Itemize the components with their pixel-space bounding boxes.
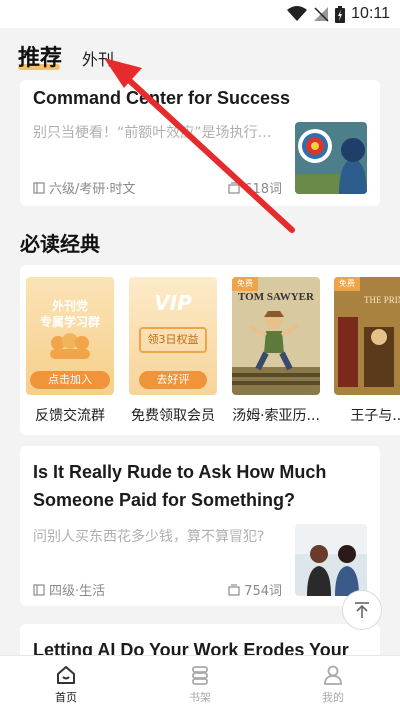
nav-bookshelf-label: 书架 <box>189 691 211 704</box>
classic-item-free-vip[interactable]: VIP 领3日权益 去好评 免费领取会员 <box>129 277 217 425</box>
tag-icon <box>33 583 45 596</box>
bookshelf-icon <box>192 666 208 685</box>
classic-item-prince[interactable]: 免费 THE PRINCE 王子与... <box>334 277 400 425</box>
article-title: Command Center for Success <box>33 88 291 108</box>
review-button[interactable]: 去好评 <box>139 371 207 389</box>
article-title-line1: Is It Really Rude to Ask How Much <box>33 462 327 482</box>
classic-item-feedback-group[interactable]: 外刊党 专属学习群 点击加入 反馈交流群 <box>26 277 114 425</box>
article-word-count: 754词 <box>228 580 282 599</box>
group-cover-line2: 专属学习群 <box>39 315 100 329</box>
archery-image <box>295 122 367 194</box>
tab-foreign-periodicals[interactable]: 外刊 <box>82 46 114 70</box>
article-card-3[interactable]: Letting AI Do Your Work Erodes Your <box>20 624 380 655</box>
prince-title: THE PRINCE <box>364 295 400 305</box>
join-button[interactable]: 点击加入 <box>30 371 110 389</box>
status-bar: 10:11 <box>0 0 400 28</box>
article-thumbnail <box>295 122 367 194</box>
classic-item-label: 汤姆·索亚历... <box>232 408 320 424</box>
wifi-icon <box>287 6 308 21</box>
word-count-icon <box>228 181 240 194</box>
nav-home-label: 首页 <box>55 691 77 704</box>
free-tag: 免费 <box>232 277 258 291</box>
no-signal-icon <box>314 7 329 22</box>
tom-sawyer-cover: 免费 TOM SAWYER <box>232 277 320 395</box>
article-title: Letting AI Do Your Work Erodes Your <box>33 640 349 655</box>
nav-profile[interactable]: 我的 <box>303 664 363 705</box>
nav-home[interactable]: 首页 <box>36 664 96 705</box>
battery-icon <box>335 5 346 23</box>
group-cover-line1: 外刊党 <box>51 299 88 313</box>
nav-profile-label: 我的 <box>322 691 344 704</box>
article-level: 六级/考研·时文 <box>33 178 136 197</box>
section-title: 必读经典 <box>20 232 100 256</box>
nav-bookshelf[interactable]: 书架 <box>170 664 230 705</box>
classic-item-label: 王子与... <box>350 408 400 424</box>
article-thumbnail <box>295 524 367 596</box>
article-word-count: 618词 <box>228 178 282 197</box>
prince-illustration <box>338 317 394 387</box>
free-tag: 免费 <box>334 277 360 291</box>
vip-text: VIP <box>154 291 192 315</box>
tom-sawyer-title: TOM SAWYER <box>238 291 314 303</box>
tag-icon <box>33 181 45 194</box>
article-level-text: 四级·生活 <box>49 584 106 599</box>
people-icon <box>50 333 90 359</box>
status-icons: 10:11 <box>287 4 390 24</box>
classics-carousel[interactable]: 外刊党 专属学习群 点击加入 反馈交流群 VIP 领3日权益 去好评 免费领取会… <box>20 265 400 435</box>
article-title-line2: Someone Paid for Something? <box>33 490 296 510</box>
vip-cover: VIP 领3日权益 去好评 <box>129 277 217 395</box>
classic-item-label: 免费领取会员 <box>131 408 215 424</box>
home-icon <box>57 666 75 684</box>
article-subtitle: 问别人买东西花多少钱，算不算冒犯? <box>33 529 265 545</box>
classic-item-label: 反馈交流群 <box>35 408 105 424</box>
top-tabs: 推荐 外刊 <box>0 28 400 80</box>
status-time: 10:11 <box>351 5 390 22</box>
group-cover: 外刊党 专属学习群 点击加入 <box>26 277 114 395</box>
people-talking-image <box>295 524 367 596</box>
article-word-count-text: 618词 <box>244 182 282 197</box>
tab-recommend[interactable]: 推荐 <box>18 40 62 72</box>
vip-benefit: 领3日权益 <box>139 327 207 353</box>
article-level-text: 六级/考研·时文 <box>49 182 136 197</box>
bottom-nav: 首页 书架 我的 <box>0 655 400 711</box>
article-card-1[interactable]: Command Center for Success 别只当梗看！“前额叶效应”… <box>20 80 380 206</box>
word-count-icon <box>228 583 240 596</box>
article-word-count-text: 754词 <box>244 584 282 599</box>
classic-item-tom-sawyer[interactable]: 免费 TOM SAWYER 汤姆·索亚历... <box>232 277 320 425</box>
prince-cover: 免费 THE PRINCE <box>334 277 400 395</box>
user-icon <box>324 665 342 685</box>
back-to-top-button[interactable] <box>342 590 382 630</box>
tom-sawyer-illustration <box>232 311 320 395</box>
article-subtitle: 别只当梗看！“前额叶效应”是场执行… <box>33 125 272 141</box>
article-card-2[interactable]: Is It Really Rude to Ask How Much Someon… <box>20 446 380 606</box>
article-level: 四级·生活 <box>33 580 105 599</box>
arrow-up-icon <box>355 602 369 618</box>
